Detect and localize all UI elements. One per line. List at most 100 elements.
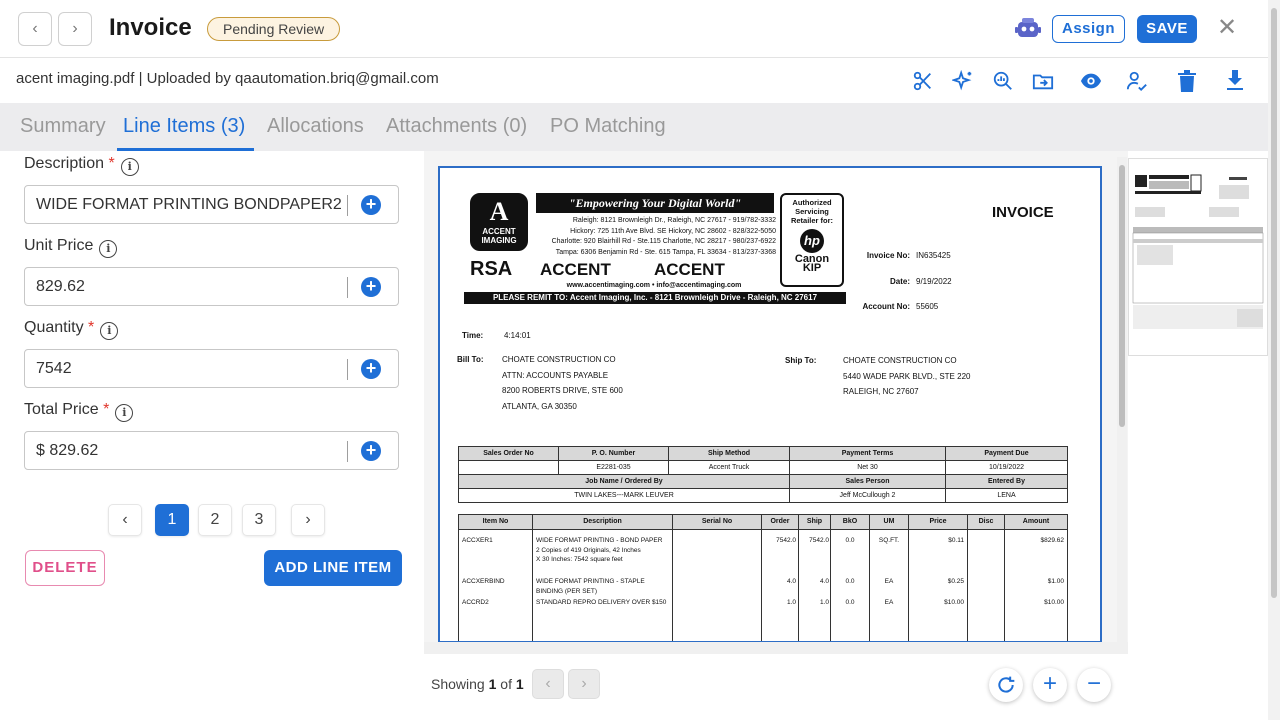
viewer-next-page-button[interactable]: › [568,669,600,699]
page-counter: Showing 1 of 1 [431,676,524,692]
viewer-horizontal-scrollbar[interactable] [424,642,1128,654]
company-addresses: Raleigh: 8121 Brownleigh Dr., Raleigh, N… [551,217,776,256]
viewer-vertical-scrollbar[interactable] [1117,157,1127,642]
scrollbar-thumb[interactable] [1119,165,1125,427]
close-icon[interactable]: ✕ [1216,16,1238,40]
info-icon[interactable]: i [99,240,118,258]
bill-to-label: Bill To: [457,355,484,364]
tab-bar: Summary Line Items (3) Allocations Attac… [0,103,1268,151]
item-description: STANDARD REPRO DELIVERY OVER $150 [536,599,667,606]
page-scrollbar[interactable] [1268,0,1280,720]
description-field[interactable]: WIDE FORMAT PRINTING BONDPAPER2 Cc + [24,185,399,224]
tab-po-matching[interactable]: PO Matching [550,115,666,138]
line-items-table: Item No Description Serial No Order Ship… [458,514,1068,641]
info-icon[interactable]: i [120,158,139,176]
time-value: 4:14:01 [504,331,531,340]
accent-imaging-logo: A ACCENT IMAGING [470,193,528,251]
file-toolbar: acent imaging.pdf | Uploaded by qaautoma… [0,59,1268,103]
company-slogan: "Empowering Your Digital World" [536,193,774,213]
company-web: www.accentimaging.com • info@accentimagi… [566,282,742,289]
accent-corporate-logo: ACCENT [540,260,611,279]
field-divider [347,441,348,462]
analytics-search-icon[interactable] [991,69,1015,93]
quantity-field[interactable]: 7542 + [24,349,399,388]
remit-bar: PLEASE REMIT TO: Accent Imaging, Inc. - … [464,292,846,304]
field-divider [347,195,348,216]
unit-price-value: 829.62 [36,278,85,295]
unit-price-label: Unit Price i [24,237,118,258]
add-circle-icon[interactable]: + [361,195,381,215]
invoice-date: Date: 9/19/2022 [889,277,952,286]
pagination-next[interactable]: › [291,504,325,536]
item-description: WIDE FORMAT PRINTING - BOND PAPER 2 Copi… [536,537,663,563]
sparkle-icon[interactable] [951,69,975,93]
page-title: Invoice [109,14,192,41]
account-number: Account No: 55605 [862,302,939,311]
forward-button[interactable]: › [58,12,92,46]
add-circle-icon[interactable]: + [361,359,381,379]
ship-to-address: CHOATE CONSTRUCTION CO 5440 WADE PARK BLV… [843,356,971,396]
tab-attachments[interactable]: Attachments (0) [386,115,527,138]
bill-to-address: CHOATE CONSTRUCTION CO ATTN: ACCOUNTS PAY… [502,355,623,411]
description-label: Description * i [24,155,139,176]
rsa-logo: RSA [470,258,513,280]
user-check-icon[interactable] [1125,69,1149,93]
rotate-button[interactable] [989,668,1023,702]
invoice-number: Invoice No: IN635425 [866,251,951,260]
download-icon[interactable] [1223,69,1247,93]
item-no: ACCRD2 [462,599,489,606]
chevron-left-icon: ‹ [545,675,551,692]
assign-button[interactable]: Assign [1052,15,1125,43]
viewer-prev-page-button[interactable]: ‹ [532,669,564,699]
chevron-left-icon: ‹ [32,20,38,37]
trash-icon[interactable] [1175,69,1199,93]
move-to-folder-icon[interactable] [1031,69,1055,93]
item-no: ACCXER1 [462,537,493,544]
total-price-value: $ 829.62 [36,442,99,459]
back-button[interactable]: ‹ [18,12,52,46]
status-badge: Pending Review [207,17,341,41]
order-info-table: Sales Order No P. O. Number Ship Method … [458,446,1068,503]
quantity-value: 7542 [36,360,72,377]
zoom-out-button[interactable]: − [1077,668,1111,702]
tab-allocations[interactable]: Allocations [267,115,364,138]
chevron-right-icon: › [72,20,78,37]
description-value: WIDE FORMAT PRINTING BONDPAPER2 Cc [36,196,346,213]
eye-icon[interactable] [1079,69,1103,93]
top-bar: ‹ › Invoice Pending Review Assign SAVE ✕ [0,0,1268,58]
save-button[interactable]: SAVE [1137,15,1197,43]
tab-line-items[interactable]: Line Items (3) [123,115,245,138]
thumbnail-preview [1132,174,1264,329]
field-divider [347,359,348,380]
page-thumbnail[interactable] [1128,158,1268,356]
add-circle-icon[interactable]: + [361,277,381,297]
pagination-page-1[interactable]: 1 [155,504,189,536]
scrollbar-thumb[interactable] [1271,8,1277,598]
info-icon[interactable]: i [115,404,134,422]
scissors-icon[interactable] [911,69,935,93]
add-circle-icon[interactable]: + [361,441,381,461]
accent-office-logo: ACCENT [654,260,725,279]
minus-icon: − [1086,670,1101,697]
add-line-item-button[interactable]: ADD LINE ITEM [264,550,402,586]
viewer-footer: Showing 1 of 1 ‹ › + − [424,654,1128,720]
total-price-field[interactable]: $ 829.62 + [24,431,399,470]
total-price-label: Total Price * i [24,401,134,422]
delete-button[interactable]: DELETE [25,550,105,586]
item-description: WIDE FORMAT PRINTING - STAPLE BINDING (P… [536,578,645,595]
pagination-page-2[interactable]: 2 [198,504,232,536]
info-icon[interactable]: i [100,322,119,340]
file-info: acent imaging.pdf | Uploaded by qaautoma… [16,70,439,87]
unit-price-field[interactable]: 829.62 + [24,267,399,306]
tab-summary[interactable]: Summary [20,115,106,138]
field-divider [347,277,348,298]
item-no: ACCXERBIND [462,578,505,585]
zoom-in-button[interactable]: + [1033,668,1067,702]
pagination-prev[interactable]: ‹ [108,504,142,536]
pagination-page-3[interactable]: 3 [242,504,276,536]
line-item-form: Description * i WIDE FORMAT PRINTING BOND… [0,151,424,720]
rotate-icon [998,676,1015,693]
time-label: Time: [462,331,484,340]
ship-to-label: Ship To: [785,356,817,365]
ai-assistant-icon[interactable] [1015,17,1041,41]
